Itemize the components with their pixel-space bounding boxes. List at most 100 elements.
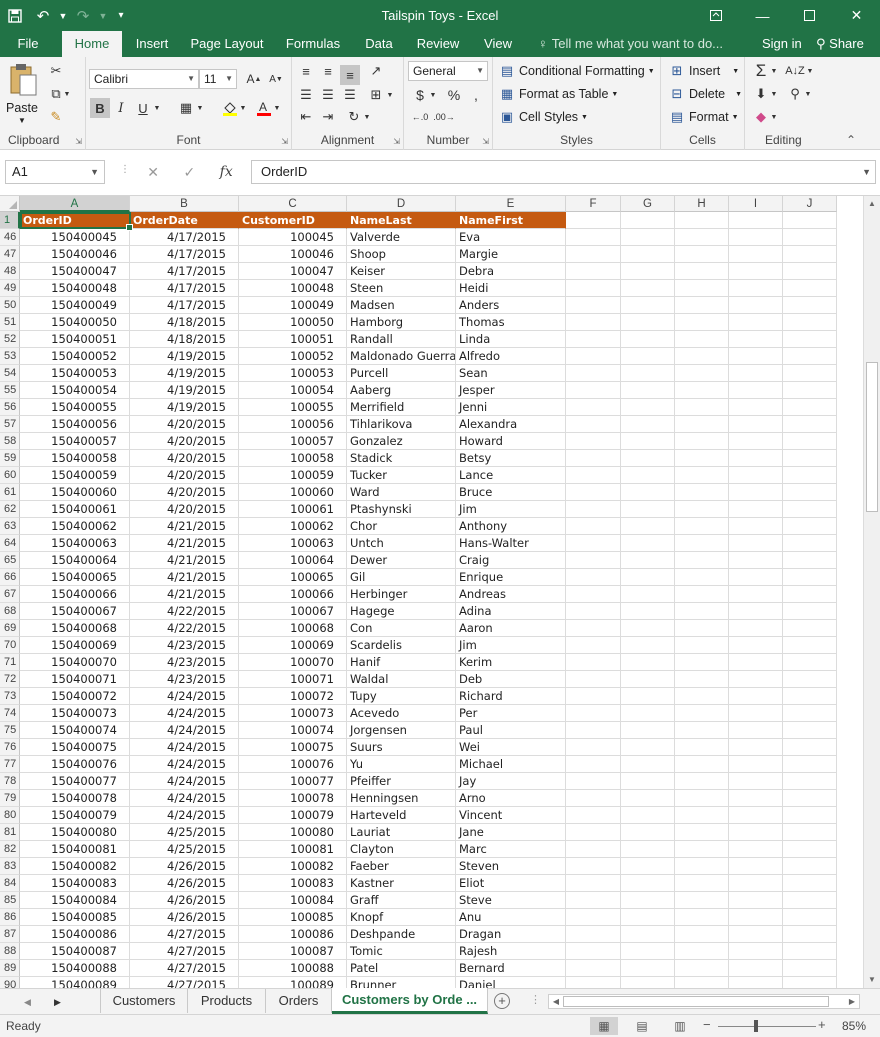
sheet-nav-right-icon[interactable]: ▶ — [54, 989, 61, 1015]
cell[interactable] — [729, 722, 783, 739]
table-cell-first[interactable]: Jay — [456, 773, 566, 790]
cell[interactable] — [621, 433, 675, 450]
table-cell-order-id[interactable]: 150400087 — [20, 943, 130, 960]
cell[interactable] — [783, 807, 837, 824]
tab-insert[interactable]: Insert — [127, 31, 177, 57]
table-cell-order-id[interactable]: 150400062 — [20, 518, 130, 535]
table-cell-order-id[interactable]: 150400083 — [20, 875, 130, 892]
table-cell-date[interactable]: 4/17/2015 — [130, 280, 239, 297]
cell[interactable] — [675, 960, 729, 977]
cell[interactable] — [566, 739, 621, 756]
cell[interactable] — [729, 518, 783, 535]
header-cell-customerid[interactable]: CustomerID — [239, 212, 347, 229]
cell[interactable] — [729, 671, 783, 688]
table-cell-order-id[interactable]: 150400070 — [20, 654, 130, 671]
table-cell-customer-id[interactable]: 100076 — [239, 756, 347, 773]
cell[interactable] — [621, 739, 675, 756]
table-cell-order-id[interactable]: 150400055 — [20, 399, 130, 416]
table-cell-order-id[interactable]: 150400064 — [20, 552, 130, 569]
row-header[interactable]: 72 — [0, 671, 20, 688]
table-cell-customer-id[interactable]: 100075 — [239, 739, 347, 756]
cell[interactable] — [675, 586, 729, 603]
cell[interactable] — [675, 977, 729, 988]
row-header[interactable]: 76 — [0, 739, 20, 756]
cell[interactable] — [566, 552, 621, 569]
cell[interactable] — [621, 960, 675, 977]
table-cell-first[interactable]: Anu — [456, 909, 566, 926]
formula-bar-resize-handle[interactable]: ⋮ — [120, 164, 130, 175]
row-header[interactable]: 57 — [0, 416, 20, 433]
cell[interactable] — [729, 705, 783, 722]
table-cell-date[interactable]: 4/19/2015 — [130, 399, 239, 416]
table-cell-date[interactable]: 4/21/2015 — [130, 535, 239, 552]
cell[interactable] — [675, 416, 729, 433]
cell[interactable] — [783, 858, 837, 875]
cell[interactable] — [783, 739, 837, 756]
cell[interactable] — [566, 756, 621, 773]
fill-color-icon[interactable] — [220, 98, 240, 118]
zoom-in-icon[interactable]: + — [818, 1017, 826, 1032]
table-cell-first[interactable]: Vincent — [456, 807, 566, 824]
row-header[interactable]: 77 — [0, 756, 20, 773]
table-cell-last[interactable]: Scardelis — [347, 637, 456, 654]
table-cell-date[interactable]: 4/21/2015 — [130, 552, 239, 569]
cell[interactable] — [621, 331, 675, 348]
paste-button[interactable]: Paste ▼ — [4, 61, 42, 125]
sheet-tab-customers[interactable]: Customers — [100, 989, 188, 1013]
cell[interactable] — [783, 705, 837, 722]
cell[interactable] — [729, 790, 783, 807]
cell[interactable] — [621, 586, 675, 603]
cell[interactable] — [675, 824, 729, 841]
column-header-a[interactable]: A — [20, 196, 130, 212]
tell-me-box[interactable]: ♀ Tell me what you want to do... — [538, 31, 723, 57]
table-cell-first[interactable]: Arno — [456, 790, 566, 807]
table-cell-first[interactable]: Margie — [456, 246, 566, 263]
row-header[interactable]: 53 — [0, 348, 20, 365]
cell[interactable] — [621, 637, 675, 654]
cell[interactable] — [566, 943, 621, 960]
table-cell-date[interactable]: 4/27/2015 — [130, 977, 239, 988]
cell[interactable] — [566, 654, 621, 671]
autosum-icon[interactable]: Σ — [751, 61, 771, 81]
table-cell-order-id[interactable]: 150400078 — [20, 790, 130, 807]
cell[interactable] — [675, 399, 729, 416]
table-cell-date[interactable]: 4/21/2015 — [130, 569, 239, 586]
cell[interactable] — [783, 331, 837, 348]
cell[interactable] — [783, 212, 837, 229]
cell[interactable] — [729, 263, 783, 280]
table-cell-customer-id[interactable]: 100072 — [239, 688, 347, 705]
scroll-right-icon[interactable]: ▶ — [845, 995, 859, 1008]
table-cell-order-id[interactable]: 150400049 — [20, 297, 130, 314]
align-right-icon[interactable]: ☰ — [340, 85, 360, 105]
cell[interactable] — [621, 382, 675, 399]
cell[interactable] — [621, 926, 675, 943]
cell[interactable] — [621, 892, 675, 909]
table-cell-first[interactable]: Richard — [456, 688, 566, 705]
currency-icon[interactable]: $ — [410, 85, 430, 105]
cell[interactable] — [729, 246, 783, 263]
table-cell-first[interactable]: Bruce — [456, 484, 566, 501]
table-cell-last[interactable]: Stadick — [347, 450, 456, 467]
row-header[interactable]: 70 — [0, 637, 20, 654]
undo-dropdown-icon[interactable]: ▼ — [56, 0, 70, 31]
cell[interactable] — [566, 603, 621, 620]
find-select-icon[interactable]: ⚲ — [785, 84, 805, 104]
row-header[interactable]: 87 — [0, 926, 20, 943]
copy-dropdown-icon[interactable]: ▼ — [62, 84, 72, 104]
table-cell-date[interactable]: 4/25/2015 — [130, 841, 239, 858]
cell[interactable] — [566, 722, 621, 739]
cell[interactable] — [566, 263, 621, 280]
table-cell-order-id[interactable]: 150400051 — [20, 331, 130, 348]
cell[interactable] — [783, 756, 837, 773]
table-cell-last[interactable]: Ward — [347, 484, 456, 501]
cell[interactable] — [675, 739, 729, 756]
cell[interactable] — [566, 280, 621, 297]
table-cell-last[interactable]: Merrifield — [347, 399, 456, 416]
table-cell-first[interactable]: Heidi — [456, 280, 566, 297]
cell[interactable] — [729, 909, 783, 926]
cell[interactable] — [675, 603, 729, 620]
table-cell-customer-id[interactable]: 100073 — [239, 705, 347, 722]
cell[interactable] — [566, 705, 621, 722]
cell[interactable] — [566, 569, 621, 586]
cell[interactable] — [729, 926, 783, 943]
